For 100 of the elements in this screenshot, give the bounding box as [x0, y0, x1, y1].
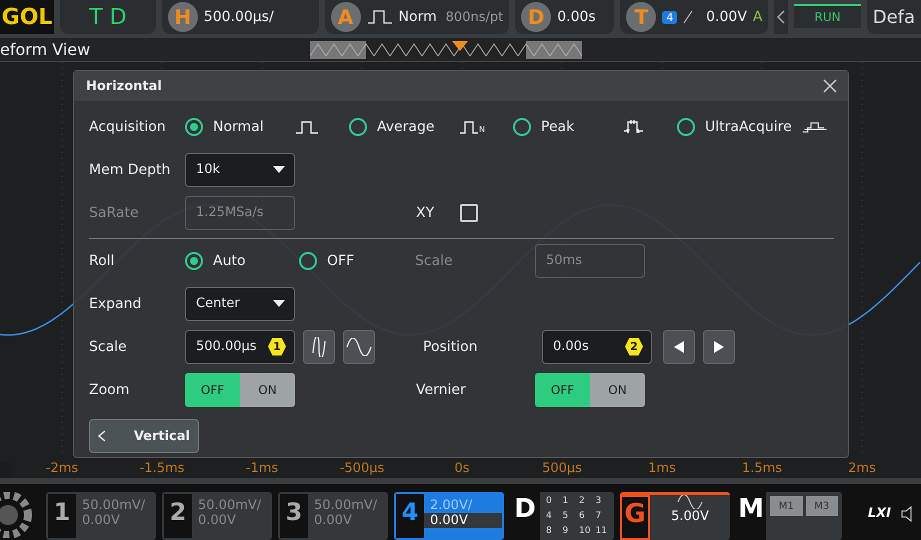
logo: GOL [0, 0, 54, 34]
back-button[interactable]: Vertical [89, 419, 199, 453]
delay-panel[interactable]: D 0.00s [515, 0, 614, 34]
field-label: SaRate [89, 204, 140, 220]
input-field[interactable]: 500.00µs 1 [185, 330, 295, 364]
view-title: eform View [0, 40, 92, 59]
horizontal-panel[interactable]: H 500.00µs/ [162, 0, 319, 34]
bit-label: 1 [562, 496, 570, 508]
narrow-sine-icon[interactable] [303, 330, 335, 364]
bit-label: 7 [596, 511, 602, 523]
channel-number: 2 [164, 494, 192, 538]
channel-offset: 0.00V [198, 513, 237, 528]
lxi-label: LXI [868, 506, 891, 521]
bit-label: 9 [562, 526, 570, 538]
dropdown[interactable]: Center [185, 286, 295, 320]
pulse-icon [366, 10, 393, 24]
panel-letter: D [510, 492, 540, 540]
bit-label: 8 [546, 526, 553, 538]
default-button[interactable]: Defa [866, 0, 921, 34]
bit-label: 2 [579, 496, 586, 508]
axis-label: 500µs [541, 462, 583, 478]
field-label: Roll [89, 252, 116, 268]
axis-label: -2ms [44, 462, 80, 478]
waveform-icon [623, 118, 644, 134]
knob-badge: 2 [625, 338, 643, 356]
radio-button[interactable] [513, 118, 531, 136]
field-label: Scale [415, 252, 454, 268]
run-status: RUN [794, 4, 861, 28]
trigger-panel[interactable]: T 4 0.00V A [620, 0, 768, 34]
radio-button[interactable] [185, 118, 203, 136]
digital-panel[interactable]: D 0 1 2 3 4 5 6 7 8 9 10 11 [510, 492, 614, 540]
axis-label: 1ms [647, 462, 677, 478]
triangle-right-icon[interactable] [703, 330, 735, 364]
axis-label: 2ms [847, 462, 877, 478]
input-field: 50ms [535, 244, 645, 278]
icon-letter: N [479, 124, 485, 134]
channel-number: 3 [280, 494, 308, 538]
channel-offset: 0.00V [82, 513, 121, 528]
option-label[interactable]: UltraAcquire [705, 118, 792, 134]
option-label[interactable]: Auto [213, 252, 253, 268]
field-label: Mem Depth [89, 162, 172, 178]
mode-panel[interactable]: T D [60, 0, 156, 34]
bit-label: 0 [546, 496, 553, 508]
math-button[interactable]: M3 [806, 496, 838, 516]
channel-scale: 50.00mV/ [198, 498, 262, 513]
axis-label: -1ms [244, 462, 280, 478]
sine-icon [677, 495, 703, 509]
dropdown[interactable]: 10k [185, 152, 295, 186]
chevron-left-icon[interactable] [774, 0, 788, 34]
bit-label: 5 [562, 511, 570, 523]
option-label[interactable]: Peak [541, 118, 613, 134]
radio-button[interactable] [299, 252, 317, 270]
field-label: Position [423, 338, 479, 354]
option-label[interactable]: Average [377, 118, 449, 134]
bit-label: 6 [579, 511, 586, 523]
dropdown-caret-icon [272, 299, 286, 308]
radio-button[interactable] [185, 252, 203, 270]
input-field: 1.25MSa/s [185, 196, 295, 230]
checkbox[interactable] [460, 204, 478, 222]
axis-label: 1.5ms [740, 462, 784, 478]
option-label[interactable]: OFF [327, 252, 367, 268]
dropdown-caret-icon [272, 165, 286, 174]
input-field[interactable]: 0.00s 2 [542, 330, 652, 364]
chevron-left-icon [98, 430, 106, 442]
channel-offset: 0.00V [314, 513, 353, 528]
bit-label: 4 [546, 511, 553, 523]
bit-label: 10 [579, 526, 592, 538]
field-label: Scale [89, 338, 128, 354]
triangle-left-icon[interactable] [663, 330, 695, 364]
axis-label: -1.5ms [138, 462, 186, 478]
math-panel[interactable]: M M1 M3 [736, 492, 842, 540]
channel-scale: 50.00mV/ [82, 498, 146, 513]
amplitude-value: 5.00V [671, 509, 709, 524]
axis-label: -500µs [338, 462, 386, 478]
channel-scale: 50.00mV/ [314, 498, 378, 513]
waveform-icon [295, 118, 319, 134]
channel-scale: 2.00V/ [430, 498, 474, 513]
generator-panel[interactable]: G 5.00V [620, 492, 730, 540]
dialog-title: Horizontal [86, 78, 162, 94]
channel-offset: 0.00V [424, 513, 502, 528]
field-label: Zoom [89, 382, 130, 398]
axis-label: 0s [453, 462, 471, 478]
radio-button[interactable] [349, 118, 367, 136]
math-button[interactable]: M1 [770, 496, 802, 516]
field-label: Acquisition [89, 118, 167, 134]
option-label[interactable]: Normal [213, 118, 285, 134]
field-label: Vernier [416, 382, 467, 398]
bit-label: 11 [596, 526, 608, 538]
channel-number: 1 [48, 494, 76, 538]
radio-button[interactable] [677, 118, 695, 136]
panel-letter: M [736, 492, 766, 540]
bit-label: 3 [596, 496, 602, 508]
wide-sine-icon[interactable] [343, 330, 375, 364]
panel-letter: G [620, 495, 650, 540]
channel-number: 4 [396, 494, 424, 538]
slope-icon [683, 10, 694, 24]
field-label: Expand [89, 296, 142, 312]
acquire-panel[interactable]: A Norm 800ns/pt [324, 0, 510, 34]
field-label: XY [416, 204, 436, 220]
knob-badge: 1 [268, 338, 286, 356]
